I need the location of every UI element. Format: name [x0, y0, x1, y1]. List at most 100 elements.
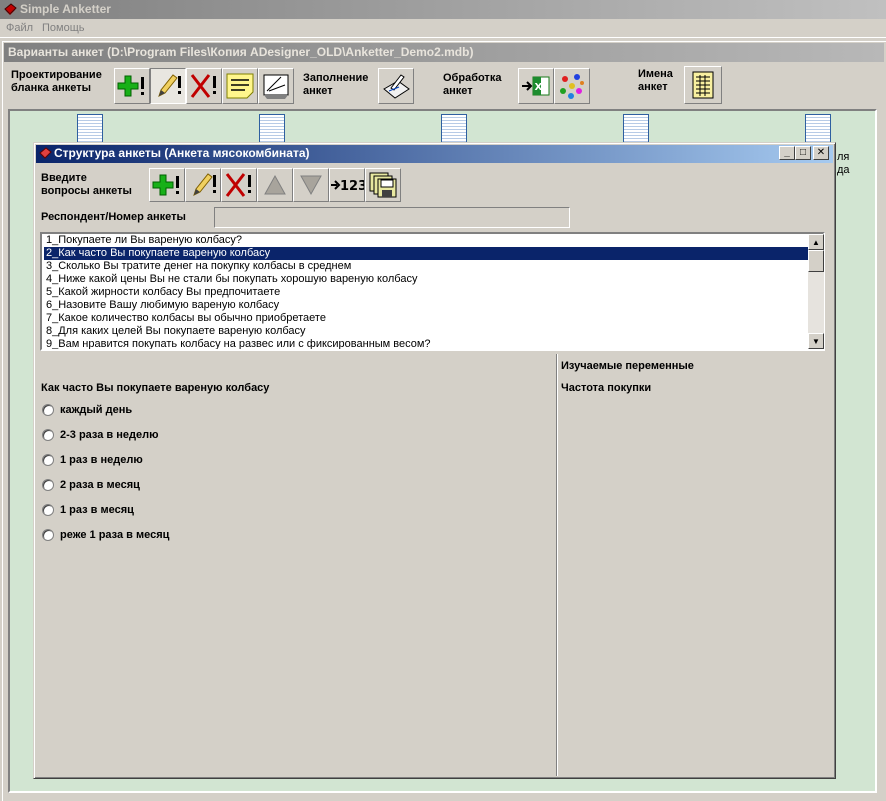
move-down-button[interactable] [293, 168, 329, 202]
radio-button[interactable] [42, 529, 54, 541]
form-preview-icon [263, 74, 289, 99]
menu-file[interactable]: Файл [6, 22, 33, 34]
question-item[interactable]: 8_Для каких целей Вы покупаете вареную к… [44, 325, 808, 338]
names-list-icon [692, 71, 714, 99]
names-label-line1: Имена [638, 68, 673, 80]
renumber-icon: 123 [331, 179, 364, 194]
close-button[interactable]: ✕ [813, 146, 829, 160]
fill-label-line2: анкет [303, 85, 333, 97]
dialog-title-bar[interactable]: Структура анкеты (Анкета мясокомбината) [36, 145, 833, 163]
minimize-button[interactable]: _ [779, 146, 795, 160]
menu-bar: Файл Помощь [0, 19, 886, 38]
variables-heading: Изучаемые переменные [561, 360, 694, 372]
enter-label-line1: Введите [41, 172, 87, 184]
radio-button[interactable] [42, 429, 54, 441]
respondent-number-field[interactable] [214, 207, 570, 228]
question-item-selected[interactable]: 2_Как часто Вы покупаете вареную колбасу [44, 247, 808, 260]
scroll-down-button[interactable]: ▼ [808, 333, 824, 349]
anketa-doc-icon[interactable] [805, 114, 831, 144]
question-item[interactable]: 5_Какой жирности колбасу Вы предпочитает… [44, 286, 808, 299]
excel-icon: X [522, 76, 550, 96]
answer-option-label: реже 1 раза в месяц [60, 528, 170, 541]
question-item[interactable]: 1_Покупаете ли Вы вареную колбасу? [44, 234, 808, 247]
respondent-label: Респондент/Номер анкеты [41, 211, 186, 223]
menu-help[interactable]: Помощь [42, 22, 85, 34]
edit-pencil-icon [193, 173, 216, 196]
notes-icon [226, 73, 254, 99]
export-excel-button[interactable]: X [518, 68, 554, 104]
question-item[interactable]: 4_Ниже какой цены Вы не стали бы покупат… [44, 273, 808, 286]
scroll-up-button[interactable]: ▲ [808, 234, 824, 250]
answer-option[interactable]: 1 раз в месяц [42, 503, 134, 517]
notes-button[interactable] [222, 68, 258, 104]
questions-scrollbar[interactable]: ▲ ▼ [808, 234, 824, 349]
answer-option[interactable]: 2 раза в месяц [42, 478, 140, 492]
save-structure-button[interactable] [365, 168, 401, 202]
delete-icon [190, 74, 216, 98]
answer-option[interactable]: каждый день [42, 403, 132, 417]
radio-button[interactable] [42, 404, 54, 416]
enter-label-line2: вопросы анкеты [41, 185, 132, 197]
anketa-doc-icon[interactable] [259, 114, 285, 144]
answer-option-label: 1 раз в неделю [60, 453, 143, 466]
fill-form-icon [383, 74, 410, 99]
dialog-title: Структура анкеты (Анкета мясокомбината) [54, 146, 310, 160]
anketa-doc-icon[interactable] [77, 114, 103, 144]
fill-label: Заполнение анкет [303, 72, 368, 98]
analysis-button[interactable] [554, 68, 590, 104]
add-question-button[interactable] [149, 168, 185, 202]
delete-anketa-button[interactable] [186, 68, 222, 104]
answer-option[interactable]: реже 1 раза в месяц [42, 528, 169, 542]
answer-option-label: каждый день [60, 403, 133, 416]
question-item[interactable]: 3_Сколько Вы тратите денег на покупку ко… [44, 260, 808, 273]
question-text: Как часто Вы покупаете вареную колбасу [41, 382, 270, 394]
enter-questions-label: Введите вопросы анкеты [41, 172, 132, 198]
panel-splitter[interactable] [556, 354, 558, 776]
edit-pencil-icon [158, 74, 181, 97]
child-title-bar[interactable]: Варианты анкет (D:\Program Files\Копия A… [4, 43, 884, 62]
process-label-line2: анкет [443, 85, 473, 97]
edit-question-button[interactable] [185, 168, 221, 202]
names-button[interactable] [684, 66, 722, 104]
delete-icon [225, 173, 251, 197]
add-icon [117, 75, 144, 97]
radio-button[interactable] [42, 479, 54, 491]
svg-text:X: X [535, 82, 543, 93]
question-item[interactable]: 7_Какое количество колбасы вы обычно при… [44, 312, 808, 325]
radio-button[interactable] [42, 504, 54, 516]
maximize-button[interactable]: □ [795, 146, 811, 160]
scroll-thumb[interactable] [808, 250, 824, 272]
anketa-doc-icon[interactable] [441, 114, 467, 144]
delete-question-button[interactable] [221, 168, 257, 202]
anketa-name-fragment: ля [837, 151, 850, 163]
anketa-name-fragment: да [837, 164, 850, 176]
names-label: Имена анкет [638, 68, 673, 94]
questions-list[interactable]: 1_Покупаете ли Вы вареную колбасу? 2_Как… [40, 232, 825, 351]
answer-option[interactable]: 2-3 раза в неделю [42, 428, 158, 442]
question-item[interactable]: 6_Назовите Вашу любимую вареную колбасу [44, 299, 808, 312]
question-item[interactable]: 9_Вам нравится покупать колбасу на разве… [44, 338, 808, 349]
fill-label-line1: Заполнение [303, 72, 369, 84]
svg-text:123: 123 [340, 179, 364, 194]
edit-anketa-button[interactable] [150, 68, 186, 104]
anketa-doc-icon[interactable] [623, 114, 649, 144]
design-label-line2: бланка анкеты [11, 82, 91, 94]
add-anketa-button[interactable] [114, 68, 150, 104]
answer-option[interactable]: 1 раз в неделю [42, 453, 143, 467]
app-title-bar[interactable]: Simple Anketter [0, 0, 886, 19]
arrow-down-icon [300, 175, 322, 196]
fill-forms-button[interactable] [378, 68, 414, 104]
form-preview-button[interactable] [258, 68, 294, 104]
radio-button[interactable] [42, 454, 54, 466]
molecule-icon [560, 74, 584, 99]
design-label-line1: Проектирование [11, 69, 102, 81]
move-up-button[interactable] [257, 168, 293, 202]
answer-option-label: 2-3 раза в неделю [60, 428, 159, 441]
names-label-line2: анкет [638, 81, 668, 93]
child-title: Варианты анкет (D:\Program Files\Копия A… [8, 45, 474, 59]
dialog-book-icon [39, 147, 52, 159]
renumber-button[interactable]: 123 [329, 168, 365, 202]
design-label: Проектирование бланка анкеты [11, 69, 102, 95]
app-title: Simple Anketter [20, 2, 111, 16]
variable-name[interactable]: Частота покупки [561, 382, 651, 395]
